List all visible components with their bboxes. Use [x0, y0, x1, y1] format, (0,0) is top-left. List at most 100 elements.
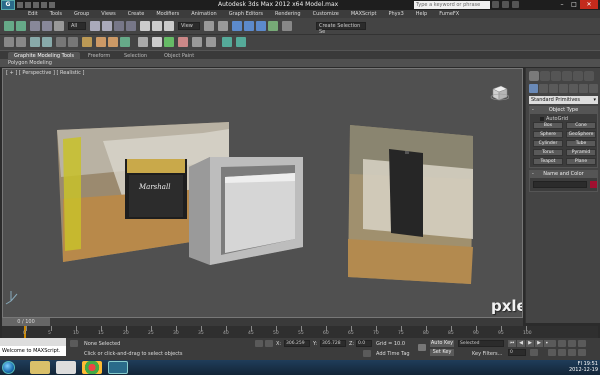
object-color-swatch[interactable] — [590, 181, 597, 188]
reference-coordinate-dropdown[interactable]: View — [178, 22, 200, 30]
cone-button[interactable]: Cone — [566, 122, 596, 129]
menu-modifiers[interactable]: Modifiers — [150, 10, 185, 18]
pan-view-icon[interactable] — [558, 349, 566, 356]
rotate-icon[interactable] — [152, 21, 162, 31]
y-coordinate-field[interactable]: 305.728 — [320, 340, 346, 347]
start-button[interactable] — [2, 361, 15, 374]
lock-selection-icon[interactable] — [255, 340, 263, 347]
time-config-icon[interactable] — [530, 349, 538, 356]
geometry-icon[interactable] — [529, 84, 538, 93]
z-coordinate-field[interactable]: 0.0 — [356, 340, 372, 347]
space-warps-icon[interactable] — [579, 84, 588, 93]
move-icon[interactable] — [140, 21, 150, 31]
tube-button[interactable]: Tube — [566, 140, 596, 147]
app-menu-button[interactable]: G — [1, 0, 15, 10]
curve-editor-icon[interactable] — [56, 37, 66, 47]
maximize-button[interactable]: □ — [568, 0, 580, 9]
camera-icon[interactable] — [192, 37, 202, 47]
field-of-view-icon[interactable] — [548, 349, 556, 356]
key-mode-dropdown[interactable]: Selected — [458, 340, 504, 347]
lights-icon[interactable] — [549, 84, 558, 93]
menu-fumefx[interactable]: FumeFX — [433, 10, 465, 18]
time-tag-icon[interactable] — [363, 350, 371, 357]
spinner-snap-icon[interactable] — [268, 21, 278, 31]
perspective-viewport[interactable]: [ + ] [ Perspective ] [ Realistic ] Mars… — [2, 68, 523, 318]
maxscript-listener-top[interactable] — [0, 338, 66, 346]
polygon-modeling-panel-label[interactable]: Polygon Modeling — [8, 60, 52, 66]
track-bar[interactable]: 0 5 10 15 20 25 30 35 40 45 50 55 60 65 70 75 80 85 90 95 10… — [2, 326, 598, 338]
geosphere-button[interactable]: GeoSphere — [566, 131, 596, 138]
teapot-button[interactable]: Teapot — [533, 158, 563, 165]
menu-create[interactable]: Create — [122, 10, 151, 18]
display-icon[interactable] — [236, 37, 246, 47]
star-icon[interactable] — [502, 1, 509, 8]
menu-group[interactable]: Group — [68, 10, 95, 18]
menu-tools[interactable]: Tools — [44, 10, 68, 18]
render-icon[interactable] — [120, 37, 130, 47]
undo-icon[interactable] — [4, 21, 14, 31]
object-type-header[interactable]: - Object Type — [530, 107, 597, 114]
help-icon[interactable] — [512, 1, 519, 8]
cylinder-button[interactable]: Cylinder — [533, 140, 563, 147]
helper-icon[interactable] — [206, 37, 216, 47]
absolute-mode-icon[interactable] — [265, 340, 273, 347]
rendered-frame-icon[interactable] — [108, 37, 118, 47]
current-frame-field[interactable]: 0 — [508, 349, 526, 356]
binoculars-icon[interactable] — [492, 1, 499, 8]
pivot-center-icon[interactable] — [204, 21, 214, 31]
cameras-icon[interactable] — [559, 84, 568, 93]
menu-phyx3[interactable]: Phyx3 — [383, 10, 410, 18]
snaps-toggle-icon[interactable] — [232, 21, 242, 31]
plant-icon[interactable] — [164, 37, 174, 47]
plane-button[interactable]: Plane — [566, 158, 596, 165]
menu-maxscript[interactable]: MAXScript — [345, 10, 383, 18]
object-name-field[interactable] — [533, 181, 587, 188]
align-icon[interactable] — [16, 37, 26, 47]
menu-customize[interactable]: Customize — [307, 10, 345, 18]
isolate-icon[interactable] — [222, 37, 232, 47]
minimize-button[interactable]: – — [556, 0, 568, 9]
time-slider-handle[interactable]: 0 / 100 — [2, 318, 50, 326]
bind-spacewarp-icon[interactable] — [54, 21, 64, 31]
rectangular-selection-icon[interactable] — [114, 21, 124, 31]
name-and-color-header[interactable]: - Name and Color — [530, 171, 597, 178]
light-icon[interactable] — [178, 37, 188, 47]
time-slider[interactable]: 0 / 100 — [2, 318, 523, 326]
explorer-taskbar-icon[interactable] — [30, 361, 50, 374]
right-image-plane[interactable] — [348, 125, 473, 284]
x-coordinate-field[interactable]: 306.259 — [284, 340, 310, 347]
menu-graph-editors[interactable]: Graph Editors — [223, 10, 269, 18]
menu-views[interactable]: Views — [95, 10, 121, 18]
menu-help[interactable]: Help — [410, 10, 433, 18]
modify-tab-icon[interactable] — [540, 71, 550, 81]
material-editor-icon[interactable] — [82, 37, 92, 47]
play-icon[interactable]: ▶ — [526, 340, 534, 347]
maxscript-mini-listener[interactable]: Welcome to MAXScript. — [0, 346, 66, 356]
menu-animation[interactable]: Animation — [185, 10, 223, 18]
torus-button[interactable]: Torus — [533, 149, 563, 156]
redo-icon[interactable] — [49, 2, 55, 8]
select-object-icon[interactable] — [90, 21, 100, 31]
new-file-icon[interactable] — [17, 2, 23, 8]
graphite-toggle-icon[interactable] — [42, 37, 52, 47]
zoom-icon[interactable] — [548, 340, 556, 347]
edit-named-selection-icon[interactable] — [282, 21, 292, 31]
schematic-view-icon[interactable] — [68, 37, 78, 47]
orbit-icon[interactable] — [568, 349, 576, 356]
link-icon[interactable] — [30, 21, 40, 31]
select-manipulate-icon[interactable] — [218, 21, 228, 31]
open-box-mesh[interactable] — [189, 157, 303, 265]
motion-tab-icon[interactable] — [562, 71, 572, 81]
set-key-button[interactable]: Set Key — [430, 349, 454, 356]
render-setup-icon[interactable] — [96, 37, 106, 47]
create-tab-icon[interactable] — [529, 71, 539, 81]
search-input[interactable]: Type a keyword or phrase — [414, 1, 490, 9]
window-crossing-icon[interactable] — [126, 21, 136, 31]
named-selection-dropdown[interactable]: Create Selection Se — [316, 22, 366, 35]
next-frame-icon[interactable]: ▶ — [535, 340, 543, 347]
sphere-button[interactable]: Sphere — [533, 131, 563, 138]
systems-icon[interactable] — [589, 84, 598, 93]
menu-edit[interactable]: Edit — [22, 10, 44, 18]
zoom-extents-icon[interactable] — [568, 340, 576, 347]
percent-snap-icon[interactable] — [256, 21, 266, 31]
